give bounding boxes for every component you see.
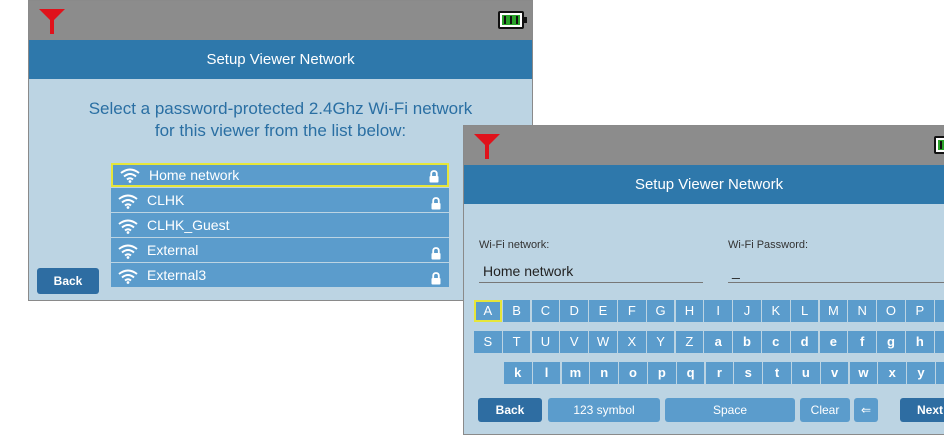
key-J[interactable]: J <box>733 300 761 322</box>
key-i[interactable]: i <box>934 331 944 353</box>
key-d[interactable]: d <box>790 331 819 353</box>
backspace-key[interactable]: ⇐ <box>854 398 878 422</box>
wifi-signal-icon <box>117 267 139 291</box>
back-button[interactable]: Back <box>478 398 542 422</box>
network-name: External3 <box>147 267 207 283</box>
key-D[interactable]: D <box>560 300 588 322</box>
backspace-icon: ⇐ <box>860 403 872 417</box>
wifi-network-label: Wi-Fi network: <box>479 239 550 251</box>
battery-icon <box>934 136 944 154</box>
key-Y[interactable]: Y <box>646 331 675 353</box>
key-H[interactable]: H <box>675 300 704 322</box>
key-v[interactable]: v <box>820 362 849 384</box>
key-T[interactable]: T <box>502 331 531 353</box>
status-bar <box>464 126 944 165</box>
key-L[interactable]: L <box>790 300 819 322</box>
key-p[interactable]: p <box>648 362 676 384</box>
key-b[interactable]: b <box>733 331 761 353</box>
key-X[interactable]: X <box>618 331 646 353</box>
screen-title: Setup Viewer Network <box>464 165 944 204</box>
network-name: CLHK_Guest <box>147 217 230 233</box>
lock-icon <box>429 168 439 188</box>
network-list: Home network CLHK CLHK_Guest External Extern… <box>111 163 449 288</box>
key-c[interactable]: c <box>762 331 790 353</box>
network-item[interactable]: External <box>111 238 449 262</box>
key-B[interactable]: B <box>502 300 531 322</box>
key-Q[interactable]: Q <box>934 300 944 322</box>
key-m[interactable]: m <box>561 362 590 384</box>
network-item[interactable]: CLHK_Guest <box>111 213 449 237</box>
key-k[interactable]: k <box>504 362 532 384</box>
network-name: CLHK <box>147 192 185 208</box>
key-C[interactable]: C <box>531 300 560 322</box>
key-A[interactable]: A <box>474 300 502 322</box>
key-o[interactable]: o <box>619 362 647 384</box>
key-x[interactable]: x <box>878 362 906 384</box>
key-t[interactable]: t <box>763 362 791 384</box>
key-U[interactable]: U <box>531 331 560 353</box>
space-key[interactable]: Space <box>665 398 795 422</box>
key-r[interactable]: r <box>705 362 734 384</box>
wifi-password-field[interactable]: _ <box>728 262 944 283</box>
network-name: External <box>147 242 199 258</box>
network-item[interactable]: Home network <box>111 163 449 187</box>
key-u[interactable]: u <box>792 362 820 384</box>
key-W[interactable]: W <box>589 331 617 353</box>
key-P[interactable]: P <box>906 300 934 322</box>
wifi-network-field[interactable]: Home network <box>479 262 703 283</box>
key-E[interactable]: E <box>589 300 617 322</box>
prompt-line-2: for this viewer from the list below: <box>154 121 407 140</box>
key-G[interactable]: G <box>646 300 675 322</box>
password-entry-screen: Setup Viewer Network Wi-Fi network: Home… <box>463 125 944 435</box>
brand-logo-icon <box>39 9 65 34</box>
key-I[interactable]: I <box>704 300 732 322</box>
key-O[interactable]: O <box>877 300 905 322</box>
screen-title: Setup Viewer Network <box>29 40 532 79</box>
symbol-key[interactable]: 123 symbol <box>548 398 660 422</box>
network-item[interactable]: External3 <box>111 263 449 287</box>
key-a[interactable]: a <box>704 331 732 353</box>
battery-icon <box>498 11 527 29</box>
key-Z[interactable]: Z <box>675 331 704 353</box>
brand-logo-icon <box>474 134 500 159</box>
wifi-signal-icon <box>119 167 141 188</box>
key-g[interactable]: g <box>877 331 905 353</box>
network-item[interactable]: CLHK <box>111 188 449 212</box>
key-q[interactable]: q <box>676 362 705 384</box>
key-n[interactable]: n <box>590 362 618 384</box>
key-S[interactable]: S <box>474 331 502 353</box>
wifi-password-label: Wi-Fi Password: <box>728 239 809 251</box>
network-name: Home network <box>149 167 240 183</box>
back-button[interactable]: Back <box>37 268 99 294</box>
key-e[interactable]: e <box>819 331 848 353</box>
key-K[interactable]: K <box>762 300 790 322</box>
key-l[interactable]: l <box>532 362 561 384</box>
network-select-screen: Setup Viewer Network Select a password-p… <box>28 0 533 301</box>
prompt-line-1: Select a password-protected 2.4Ghz Wi-Fi… <box>88 99 473 118</box>
key-F[interactable]: F <box>618 300 646 322</box>
clear-key[interactable]: Clear <box>800 398 850 422</box>
key-V[interactable]: V <box>560 331 588 353</box>
key-M[interactable]: M <box>819 300 848 322</box>
key-f[interactable]: f <box>848 331 876 353</box>
key-h[interactable]: h <box>906 331 934 353</box>
key-y[interactable]: y <box>907 362 935 384</box>
key-w[interactable]: w <box>849 362 878 384</box>
status-bar <box>29 1 532 40</box>
next-button[interactable]: Next <box>900 398 944 422</box>
key-N[interactable]: N <box>848 300 876 322</box>
key-s[interactable]: s <box>734 362 762 384</box>
lock-icon <box>431 268 441 292</box>
key-z[interactable]: z <box>936 362 944 384</box>
